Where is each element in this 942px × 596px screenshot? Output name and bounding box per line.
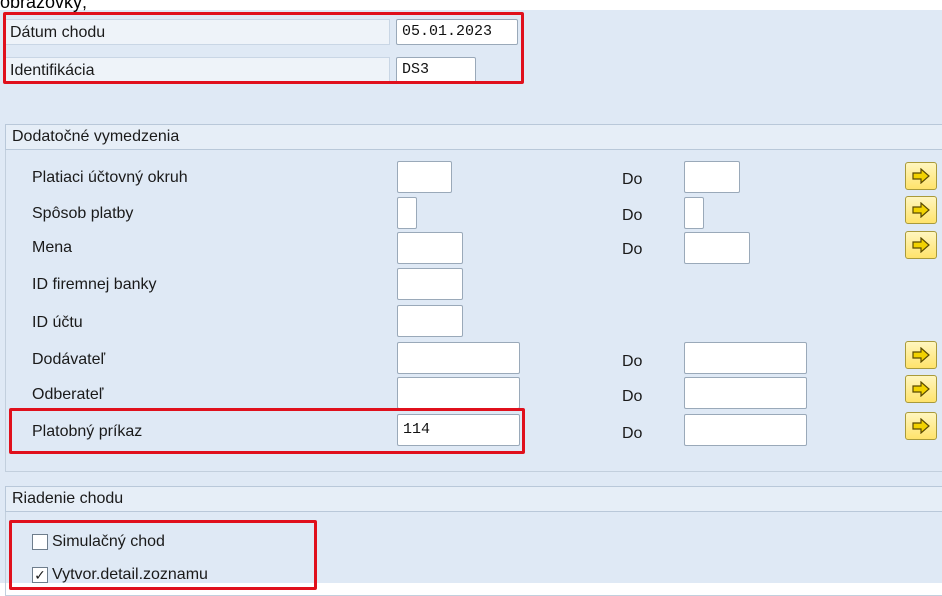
currency-to[interactable] — [684, 232, 750, 264]
vendor-to-label: Do — [622, 353, 643, 370]
run-control-header: Riadenie chodu — [5, 486, 942, 512]
currency-to-label: Do — [622, 241, 643, 258]
highlight-payment-order — [9, 408, 525, 454]
arrow-right-icon — [912, 202, 930, 218]
payment-method-label: Spôsob platby — [32, 205, 134, 222]
vendor-label: Dodávateľ — [32, 351, 106, 368]
arrow-right-icon — [912, 418, 930, 434]
payment-order-to[interactable] — [684, 414, 807, 446]
highlight-header-fields — [3, 12, 524, 84]
paying-company-code-from[interactable] — [397, 161, 452, 193]
vendor-to[interactable] — [684, 342, 807, 374]
additional-criteria-title: Dodatočné vymedzenia — [12, 128, 180, 145]
customer-to-label: Do — [622, 388, 643, 405]
customer-to[interactable] — [684, 377, 807, 409]
paying-company-code-to[interactable] — [684, 161, 740, 193]
vendor-from[interactable] — [397, 342, 520, 374]
currency-multiple-button[interactable] — [905, 231, 937, 259]
arrow-right-icon — [912, 237, 930, 253]
payment-method-from[interactable] — [397, 197, 417, 229]
house-bank-label: ID firemnej banky — [32, 276, 157, 293]
arrow-right-icon — [912, 168, 930, 184]
account-id-field[interactable] — [397, 305, 463, 337]
payment-method-to-label: Do — [622, 207, 643, 224]
paying-company-code-to-label: Do — [622, 171, 643, 188]
payment-method-to[interactable] — [684, 197, 704, 229]
payment-order-to-label: Do — [622, 425, 643, 442]
paying-company-code-label: Platiaci účtovný okruh — [32, 169, 188, 186]
run-control-title: Riadenie chodu — [12, 490, 124, 507]
customer-multiple-button[interactable] — [905, 375, 937, 403]
vendor-multiple-button[interactable] — [905, 341, 937, 369]
house-bank-field[interactable] — [397, 268, 463, 300]
payment-method-multiple-button[interactable] — [905, 196, 937, 224]
arrow-right-icon — [912, 381, 930, 397]
highlight-run-control — [9, 520, 317, 590]
customer-from[interactable] — [397, 377, 520, 409]
payment-order-multiple-button[interactable] — [905, 412, 937, 440]
customer-label: Odberateľ — [32, 386, 104, 403]
additional-criteria-header: Dodatočné vymedzenia — [5, 124, 942, 150]
currency-from[interactable] — [397, 232, 463, 264]
paying-company-code-multiple-button[interactable] — [905, 162, 937, 190]
arrow-right-icon — [912, 347, 930, 363]
currency-label: Mena — [32, 239, 73, 256]
account-id-label: ID účtu — [32, 314, 83, 331]
